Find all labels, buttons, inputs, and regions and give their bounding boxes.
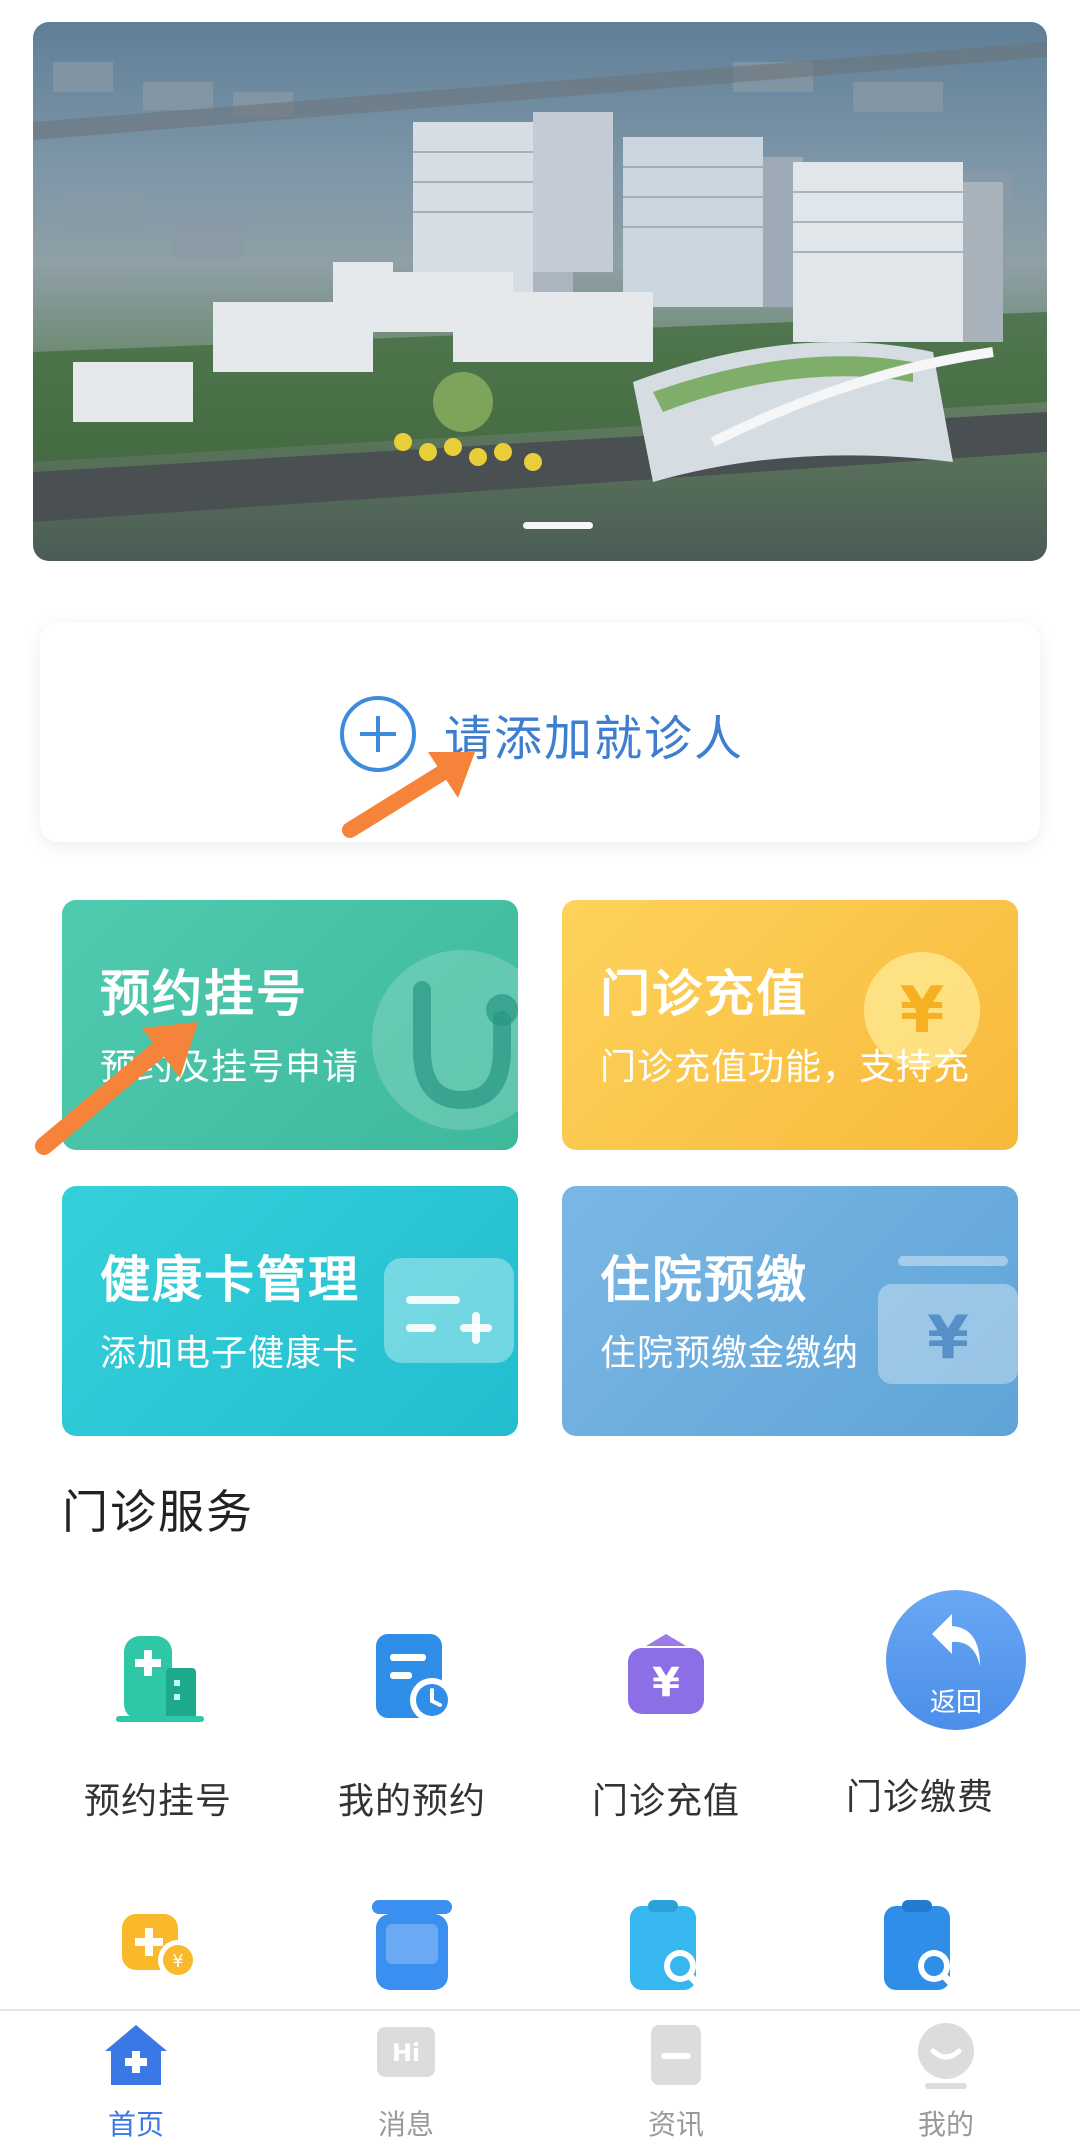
section-title: 门诊服务	[62, 1485, 254, 1539]
tab-messages[interactable]: Hi 消息	[336, 2021, 476, 2143]
feature-card-health-card[interactable]: 健康卡管理 添加电子健康卡	[62, 1186, 518, 1436]
add-patient-card[interactable]: 请添加就诊人	[40, 622, 1040, 842]
feature-card-inpatient-prepay[interactable]: ¥ 住院预缴 住院预缴金缴纳	[562, 1186, 1018, 1436]
tab-label: 首页	[107, 2108, 164, 2141]
feature-title: 健康卡管理	[100, 1251, 360, 1309]
profile-icon	[918, 2023, 974, 2089]
record-search-icon	[884, 1900, 962, 1994]
hospital-building-icon	[116, 1636, 204, 1722]
feature-subtitle: 住院预缴金缴纳	[600, 1333, 860, 1374]
feature-card-recharge[interactable]: ¥ 门诊充值 门诊充值功能，支持充	[562, 900, 1018, 1150]
card-plus-icon	[384, 1258, 514, 1363]
back-button-label: 返回	[929, 1688, 982, 1718]
service-label: 门诊充值	[591, 1781, 740, 1822]
carousel-indicator[interactable]	[523, 522, 593, 529]
yuan-wallet-icon: ¥	[878, 1256, 1018, 1384]
bottom-tab-bar: 首页 Hi 消息 资讯 我的	[0, 2009, 1080, 2147]
yuan-bag-icon: ¥	[628, 1634, 704, 1714]
stethoscope-icon	[372, 950, 518, 1130]
return-arrow-icon	[932, 1614, 980, 1666]
service-medical-pay[interactable]: ¥	[38, 1900, 278, 2004]
feature-subtitle: 门诊充值功能，支持充	[600, 1047, 971, 1088]
annotation-arrow	[35, 1022, 198, 1155]
svg-text:¥: ¥	[927, 1303, 969, 1373]
service-queue-number[interactable]	[292, 1900, 532, 2004]
feature-subtitle: 添加电子健康卡	[100, 1333, 360, 1374]
service-label: 我的预约	[337, 1781, 486, 1822]
service-record-search[interactable]	[800, 1900, 1040, 2004]
service-label: 预约挂号	[83, 1781, 232, 1822]
svg-text:¥: ¥	[900, 974, 945, 1048]
message-icon: Hi	[377, 2027, 435, 2077]
back-button[interactable]: 返回	[886, 1590, 1026, 1730]
tab-home[interactable]: 首页	[66, 2021, 206, 2143]
calendar-clock-icon	[376, 1634, 454, 1722]
hospital-campus-image	[33, 42, 1047, 522]
feature-title: 门诊充值	[600, 965, 808, 1023]
tab-profile[interactable]: 我的	[876, 2021, 1016, 2143]
service-label: 门诊缴费	[845, 1777, 994, 1818]
service-appointment[interactable]: 预约挂号	[38, 1628, 278, 1824]
feature-title: 住院预缴	[600, 1251, 808, 1309]
svg-text:¥: ¥	[652, 1660, 680, 1706]
tab-label: 资讯	[647, 2108, 704, 2141]
tab-label: 我的	[917, 2108, 974, 2141]
tab-news[interactable]: 资讯	[606, 2021, 746, 2143]
news-icon	[651, 2025, 701, 2085]
service-recharge[interactable]: ¥ 门诊充值	[546, 1628, 786, 1824]
tab-label: 消息	[377, 2108, 434, 2141]
service-report-search[interactable]	[546, 1900, 786, 2004]
hospital-banner[interactable]	[33, 22, 1047, 561]
report-search-icon	[630, 1900, 708, 1994]
home-icon	[105, 2025, 167, 2085]
medical-pay-icon: ¥	[122, 1914, 198, 1980]
svg-text:¥: ¥	[172, 1951, 183, 1972]
annotation-arrow	[342, 752, 475, 838]
service-my-appointments[interactable]: 我的预约	[292, 1628, 532, 1824]
svg-text:Hi: Hi	[392, 2039, 420, 2067]
queue-number-icon	[372, 1900, 452, 1990]
